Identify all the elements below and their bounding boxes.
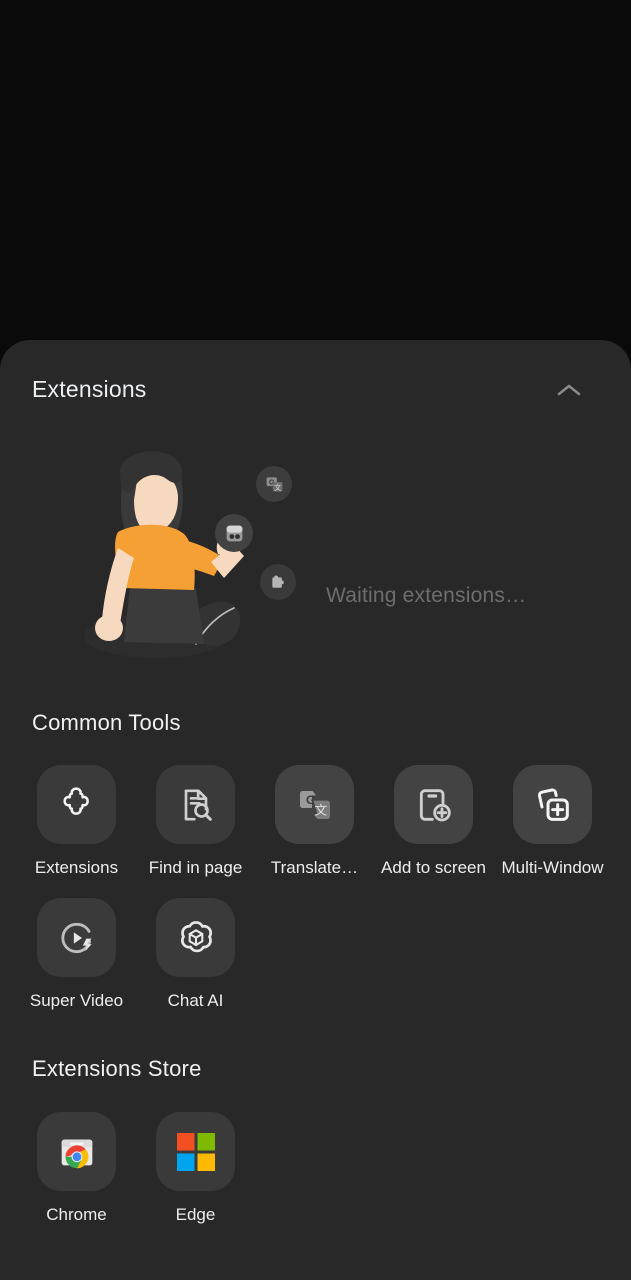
translate-chip-icon: G 文 — [256, 466, 292, 502]
bookmark-chip-icon — [215, 514, 253, 552]
tool-translate[interactable]: G 文 Translate… — [255, 765, 374, 878]
tool-tile — [394, 765, 473, 844]
tool-find-in-page[interactable]: Find in page — [136, 765, 255, 878]
extensions-store-title: Extensions Store — [32, 1056, 202, 1081]
puzzle-piece-icon — [57, 785, 97, 825]
microsoft-logo-icon — [175, 1131, 217, 1173]
document-search-icon — [176, 785, 216, 825]
tool-tile — [156, 898, 235, 977]
tool-label: Multi-Window — [501, 858, 604, 877]
tool-tile — [156, 765, 235, 844]
tool-multi-window[interactable]: Multi-Window — [493, 765, 612, 878]
tool-label: Chat AI — [167, 991, 224, 1010]
tool-label: Super Video — [29, 991, 124, 1010]
store-tile — [37, 1112, 116, 1191]
store-tile — [156, 1112, 235, 1191]
openai-logo-icon — [175, 917, 217, 959]
tool-label: Add to screen — [381, 858, 486, 877]
common-tools-grid: Extensions Find in page G 文 Translate… A… — [0, 765, 631, 1065]
dimmed-backdrop[interactable] — [0, 0, 631, 340]
store-edge[interactable]: Edge — [136, 1112, 255, 1225]
store-label: Edge — [175, 1205, 216, 1224]
store-label: Chrome — [46, 1205, 107, 1224]
add-to-home-screen-icon — [414, 785, 454, 825]
puzzle-chip-icon — [260, 564, 296, 600]
waiting-status-text: Waiting extensions… — [326, 584, 527, 607]
collapse-section-button[interactable] — [551, 376, 587, 404]
extensions-section-title: Extensions — [32, 376, 147, 402]
phone-screen: Extensions G 文 Waiting extensions… Commo… — [0, 0, 631, 1280]
tool-tile: G 文 — [275, 765, 354, 844]
chrome-web-store-icon — [54, 1129, 100, 1175]
common-tools-title: Common Tools — [32, 710, 181, 735]
store-chrome[interactable]: Chrome — [17, 1112, 136, 1225]
tool-extensions[interactable]: Extensions — [17, 765, 136, 878]
tool-label: Find in page — [148, 858, 243, 877]
tool-add-to-screen[interactable]: Add to screen — [374, 765, 493, 878]
tool-chat-ai[interactable]: Chat AI — [136, 898, 255, 1011]
extensions-section-header: Extensions — [0, 340, 631, 440]
tool-tile — [37, 898, 116, 977]
video-boost-icon — [57, 918, 97, 958]
chevron-up-icon — [556, 382, 582, 398]
tool-label: Translate… — [270, 858, 359, 877]
tool-tile — [37, 765, 116, 844]
tool-label: Extensions — [34, 858, 119, 877]
google-translate-icon: G 文 — [295, 785, 335, 825]
tool-tile — [513, 765, 592, 844]
svg-text:文: 文 — [274, 483, 281, 492]
extensions-store-grid: Chrome Edge — [0, 1112, 631, 1272]
multi-window-add-icon — [533, 785, 573, 825]
svg-text:文: 文 — [314, 802, 327, 817]
tool-super-video[interactable]: Super Video — [17, 898, 136, 1011]
waiting-illustration-area: G 文 Waiting extensions… — [0, 436, 631, 686]
extensions-bottom-sheet: Extensions G 文 Waiting extensions… Commo… — [0, 340, 631, 1280]
